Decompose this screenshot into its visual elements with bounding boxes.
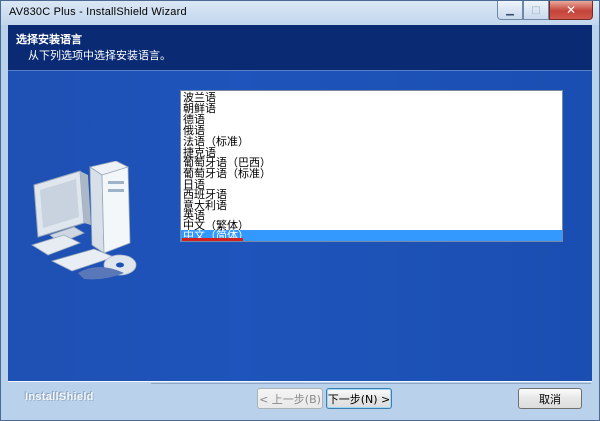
selection-underline-annotation <box>182 238 243 241</box>
title-bar[interactable]: AV830C Plus - InstallShield Wizard ▁ □ ✕ <box>1 1 599 25</box>
wizard-header: 选择安装语言 从下列选项中选择安装语言。 <box>8 25 592 70</box>
cancel-button[interactable]: 取消 <box>518 388 582 409</box>
footer-divider <box>8 381 592 382</box>
wizard-body: 波兰语 朝鲜语 德语 俄语 法语（标准） 捷克语 葡萄牙语（巴西） 葡萄牙语（标… <box>8 70 592 381</box>
close-button[interactable]: ✕ <box>549 1 593 20</box>
installer-window: AV830C Plus - InstallShield Wizard ▁ □ ✕… <box>0 0 600 421</box>
close-icon: ✕ <box>565 3 577 17</box>
maximize-button: □ <box>523 1 549 20</box>
page-title: 选择安装语言 <box>16 33 82 46</box>
page-subtitle: 从下列选项中选择安装语言。 <box>28 49 171 62</box>
minimize-icon: ▁ <box>506 4 514 16</box>
window-controls: ▁ □ ✕ <box>497 1 593 20</box>
window-title: AV830C Plus - InstallShield Wizard <box>9 6 187 18</box>
back-button[interactable]: < 上一步(B) <box>257 388 323 409</box>
minimize-button[interactable]: ▁ <box>497 1 523 20</box>
next-button[interactable]: 下一步(N) > <box>326 388 392 409</box>
language-listbox[interactable]: 波兰语 朝鲜语 德语 俄语 法语（标准） 捷克语 葡萄牙语（巴西） 葡萄牙语（标… <box>180 90 563 242</box>
installshield-logo: InstallShield <box>25 391 94 403</box>
maximize-icon: □ <box>531 4 541 16</box>
computer-icon <box>31 161 137 280</box>
brand-rule <box>151 383 591 384</box>
